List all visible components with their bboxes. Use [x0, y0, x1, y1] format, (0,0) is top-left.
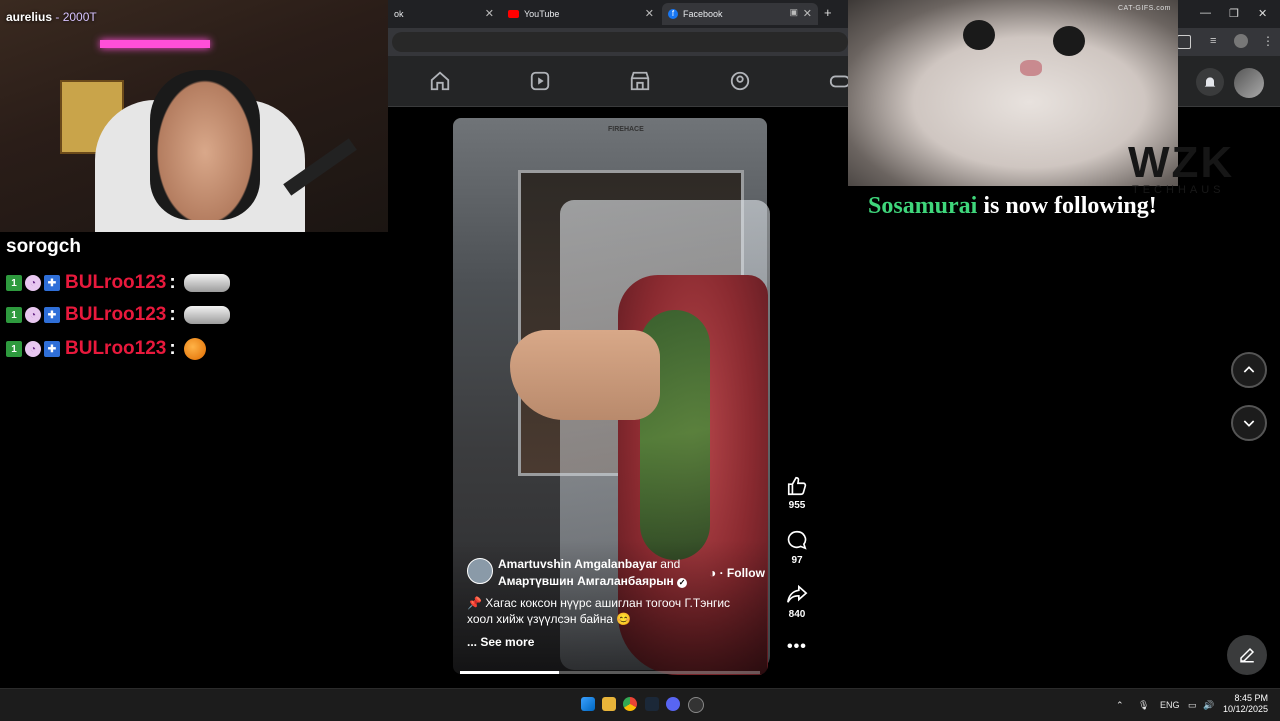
- compose-button[interactable]: [1227, 635, 1267, 675]
- chrome-icon[interactable]: [623, 697, 637, 711]
- clock-time: 8:45 PM: [1234, 693, 1268, 703]
- mask-badge-icon: ◔: [25, 307, 41, 323]
- cast-icon[interactable]: ▣: [789, 7, 798, 18]
- steam-icon[interactable]: [645, 697, 659, 711]
- facebook-icon: f: [668, 9, 678, 19]
- tab-facebook-old[interactable]: ok ✕: [388, 3, 500, 25]
- neon-light: [100, 40, 210, 48]
- comment-count: 97: [791, 555, 803, 566]
- hand-image: [510, 330, 660, 420]
- chat-username[interactable]: BULroo123: [65, 338, 166, 360]
- taskbar: [0, 688, 1280, 721]
- tray-chevron-icon[interactable]: ⌃: [1116, 700, 1124, 711]
- follow-button[interactable]: ◑ · Follow: [709, 566, 765, 580]
- webcam-feed: [0, 0, 388, 232]
- discord-icon[interactable]: [666, 697, 680, 711]
- share-count: 840: [788, 609, 806, 620]
- tab-facebook[interactable]: f Facebook ▣ ✕: [662, 3, 818, 25]
- author-avatar[interactable]: [467, 558, 493, 584]
- reel-progress-fill: [460, 671, 559, 674]
- edit-icon: [1240, 647, 1255, 663]
- mask-badge-icon: ◔: [25, 341, 41, 357]
- obs-icon[interactable]: [688, 697, 704, 713]
- close-tab-icon[interactable]: ✕: [645, 7, 654, 20]
- account-avatar[interactable]: [1234, 68, 1264, 98]
- cat-watermark: CAT-GIFS.com: [1118, 5, 1171, 12]
- extension-icon[interactable]: [1177, 35, 1191, 49]
- verified-icon: ✓: [677, 578, 688, 588]
- share-icon[interactable]: [786, 583, 808, 605]
- profile-avatar[interactable]: [1234, 34, 1248, 48]
- car-emote: [183, 274, 230, 292]
- close-tab-icon[interactable]: ✕: [803, 7, 812, 20]
- follow-alert: Sosamurai is now following!: [868, 193, 1157, 219]
- comment-icon[interactable]: [786, 529, 808, 551]
- flag-badge-icon: ✚: [44, 275, 60, 291]
- cat-eye: [963, 20, 995, 50]
- flag-badge-icon: ✚: [44, 307, 60, 323]
- cat-nose: [1020, 60, 1042, 76]
- clock-date: 10/12/2025: [1222, 704, 1268, 714]
- orange-emote: [183, 338, 206, 360]
- close-tab-icon[interactable]: ✕: [485, 7, 494, 20]
- first-badge-icon: 1: [6, 307, 22, 323]
- reading-list-icon[interactable]: ≡: [1210, 35, 1216, 47]
- chat-username[interactable]: BULroo123: [65, 272, 166, 294]
- chat-channel-name: sorogch: [6, 236, 81, 257]
- first-badge-icon: 1: [6, 341, 22, 357]
- network-icon[interactable]: ▭: [1188, 700, 1197, 711]
- youtube-icon: [508, 10, 519, 18]
- overlay-logo: WZK: [1128, 138, 1235, 187]
- menu-icon[interactable]: ⋮: [1262, 34, 1274, 48]
- marketplace-icon[interactable]: [629, 70, 651, 92]
- windows-start-icon[interactable]: [581, 697, 595, 711]
- author-names: Amartuvshin Amgalanbayar and: [498, 557, 681, 571]
- bell-icon: [1204, 77, 1216, 88]
- author-link[interactable]: Amartuvshin Amgalanbayar: [498, 557, 657, 571]
- more-options-icon[interactable]: •••: [787, 638, 807, 656]
- clock[interactable]: 8:45 PM 10/12/2025: [1222, 693, 1268, 715]
- first-badge-icon: 1: [6, 275, 22, 291]
- chat-message: 1 ◔ ✚ BULroo123:: [6, 270, 230, 296]
- volume-icon[interactable]: 🔊: [1203, 700, 1214, 711]
- groups-icon[interactable]: [729, 70, 751, 92]
- address-bar[interactable]: [392, 32, 848, 52]
- fridge-label: FIREHACE: [608, 126, 644, 133]
- previous-reel-button[interactable]: [1231, 352, 1267, 388]
- next-reel-button[interactable]: [1231, 405, 1267, 441]
- maximize-icon[interactable]: ❐: [1229, 7, 1239, 20]
- chat-message: 1 ◔ ✚ BULroo123:: [6, 302, 230, 328]
- language-indicator[interactable]: ENG: [1160, 700, 1180, 710]
- home-icon[interactable]: [429, 70, 451, 92]
- car-emote: [183, 306, 230, 324]
- author-link[interactable]: Амартүвшин Амгаланбаярын: [498, 574, 674, 588]
- see-more-link[interactable]: ... See more: [467, 635, 534, 649]
- like-icon[interactable]: [786, 475, 808, 497]
- streamer-face: [150, 70, 260, 220]
- file-explorer-icon[interactable]: [602, 697, 616, 711]
- minimize-icon[interactable]: —: [1200, 7, 1211, 19]
- chat-message: 1 ◔ ✚ BULroo123:: [6, 336, 206, 362]
- globe-icon: ◑: [709, 566, 717, 580]
- microphone-icon[interactable]: 🎙: [1138, 700, 1149, 711]
- cam-username: aurelius - 2000T: [6, 10, 97, 24]
- mask-badge-icon: ◔: [25, 275, 41, 291]
- tab-youtube[interactable]: YouTube ✕: [502, 3, 660, 25]
- flag-badge-icon: ✚: [44, 341, 60, 357]
- like-count: 955: [788, 500, 806, 511]
- cat-eye: [1053, 26, 1085, 56]
- chat-username[interactable]: BULroo123: [65, 304, 166, 326]
- reel-caption: 📌 Хагас коксон нүүрс ашиглан тогооч Г.Тэ…: [467, 596, 731, 626]
- close-window-icon[interactable]: ✕: [1258, 7, 1267, 20]
- video-icon[interactable]: [529, 70, 551, 92]
- chevron-up-icon: [1243, 366, 1255, 373]
- chevron-down-icon: [1243, 420, 1255, 427]
- new-tab-button[interactable]: +: [824, 5, 832, 20]
- author-names-2: Амартүвшин Амгаланбаярын ✓: [498, 574, 688, 588]
